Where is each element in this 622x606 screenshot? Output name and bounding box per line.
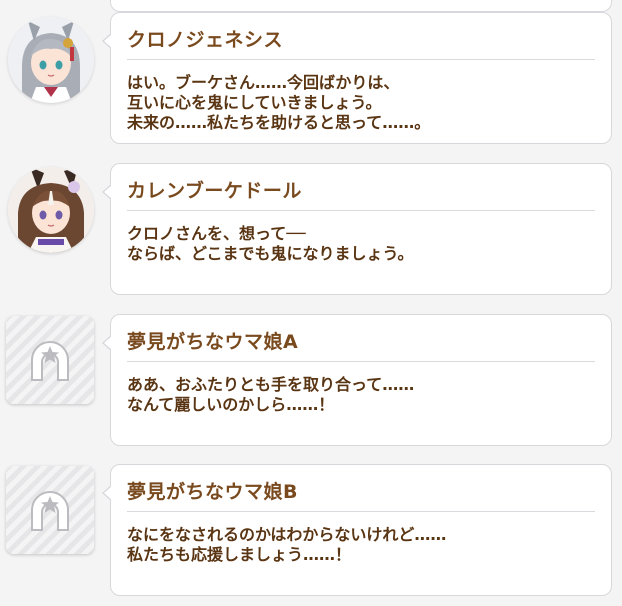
horseshoe-icon — [6, 316, 94, 404]
speaker-name: 夢見がちなウマ娘A — [127, 331, 299, 353]
message-text: なにをなされるのかはわからないけれど…… 私たちも応援しましょう……！ — [127, 525, 447, 564]
message-bubble: クロノジェネシス はい。ブーケさん……今回ばかりは、 互いに心を鬼にしていきまし… — [102, 12, 612, 144]
horseshoe-icon — [6, 466, 94, 554]
divider — [127, 59, 595, 60]
character-portrait-placeholder — [6, 466, 94, 554]
speaker-name: クロノジェネシス — [127, 29, 284, 51]
chrono-genesis-portrait-icon — [8, 17, 94, 103]
divider — [127, 361, 595, 362]
character-portrait — [8, 167, 94, 253]
speaker-name: 夢見がちなウマ娘B — [127, 481, 298, 503]
chat-message: 夢見がちなウマ娘A ああ、おふたりとも手を取り合って…… なんて麗しいのかしら…… — [0, 314, 622, 454]
character-portrait-placeholder — [6, 316, 94, 404]
message-text: クロノさんを、想って── ならば、どこまでも鬼になりましょう。 — [127, 224, 414, 263]
divider — [127, 511, 595, 512]
chat-message: カレンブーケドール クロノさんを、想って── ならば、どこまでも鬼になりましょう… — [0, 163, 622, 303]
message-text: はい。ブーケさん……今回ばかりは、 互いに心を鬼にしていきましょう。 未来の……… — [127, 73, 431, 132]
speaker-name: カレンブーケドール — [127, 180, 302, 202]
message-bubble: 夢見がちなウマ娘B なにをなされるのかはわからないけれど…… 私たちも応援しまし… — [102, 464, 612, 596]
message-bubble: カレンブーケドール クロノさんを、想って── ならば、どこまでも鬼になりましょう… — [102, 163, 612, 295]
previous-message-bubble-tail — [110, 0, 612, 12]
chat-message: 夢見がちなウマ娘B なにをなされるのかはわからないけれど…… 私たちも応援しまし… — [0, 464, 622, 604]
curren-bouquetdor-portrait-icon — [8, 167, 94, 253]
divider — [127, 210, 595, 211]
message-text: ああ、おふたりとも手を取り合って…… なんて麗しいのかしら……！ — [127, 375, 415, 414]
chat-message: クロノジェネシス はい。ブーケさん……今回ばかりは、 互いに心を鬼にしていきまし… — [0, 12, 622, 152]
message-bubble: 夢見がちなウマ娘A ああ、おふたりとも手を取り合って…… なんて麗しいのかしら…… — [102, 314, 612, 446]
character-portrait — [8, 17, 94, 103]
